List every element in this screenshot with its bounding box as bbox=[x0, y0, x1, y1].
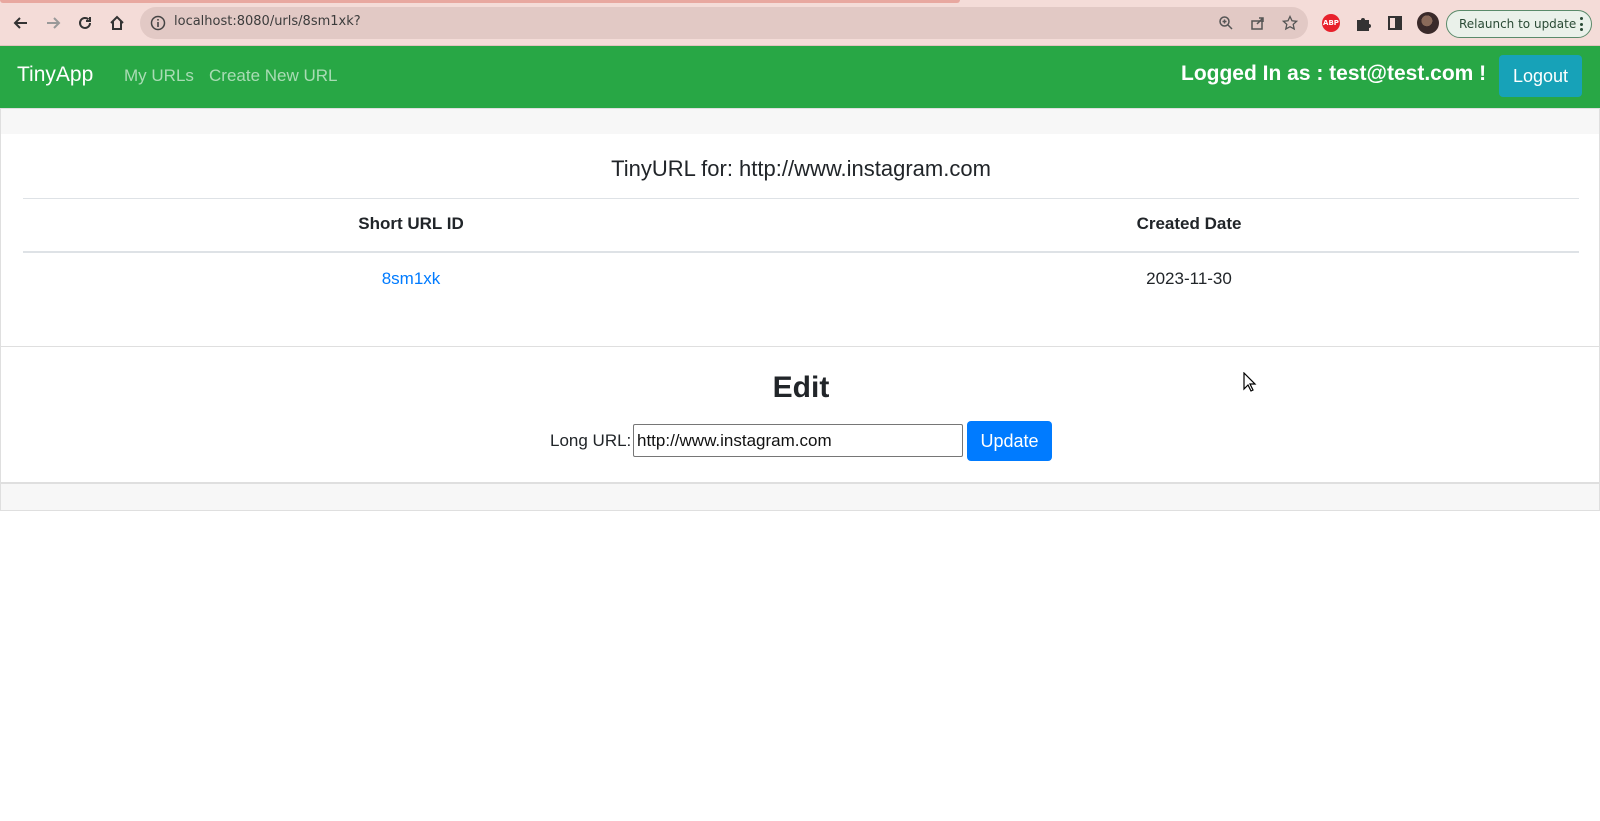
menu-icon[interactable] bbox=[1579, 17, 1583, 31]
relaunch-label: Relaunch to update bbox=[1459, 17, 1577, 31]
logout-button[interactable]: Logout bbox=[1499, 55, 1582, 97]
nav-my-urls[interactable]: My URLs bbox=[124, 66, 194, 86]
puzzle-icon[interactable] bbox=[1353, 13, 1373, 33]
reload-icon[interactable] bbox=[74, 12, 96, 34]
relaunch-button[interactable]: Relaunch to update bbox=[1446, 10, 1592, 38]
home-icon[interactable] bbox=[106, 12, 128, 34]
card-title: TinyURL for: http://www.instagram.com bbox=[611, 156, 991, 181]
profile-avatar[interactable] bbox=[1417, 12, 1439, 34]
long-url-label: Long URL: bbox=[550, 431, 632, 450]
edit-card: Edit Long URL: Update bbox=[0, 346, 1600, 483]
created-date: 2023-11-30 bbox=[1146, 269, 1232, 288]
brand-link[interactable]: TinyApp bbox=[17, 63, 93, 87]
short-url-link[interactable]: 8sm1xk bbox=[311, 269, 511, 289]
nav-create-new-url[interactable]: Create New URL bbox=[209, 66, 338, 86]
app-navbar: TinyApp My URLs Create New URL Logged In… bbox=[0, 46, 1600, 108]
url-card: TinyURL for: http://www.instagram.com Sh… bbox=[0, 134, 1600, 346]
zoom-icon[interactable] bbox=[1218, 15, 1234, 31]
sidebar-icon[interactable] bbox=[1385, 13, 1405, 33]
long-url-input[interactable] bbox=[633, 424, 963, 457]
address-url[interactable]: localhost:8080/urls/8sm1xk? bbox=[174, 14, 361, 29]
adblock-icon[interactable]: ABP bbox=[1321, 13, 1341, 33]
card-footer-strip bbox=[0, 483, 1600, 511]
share-icon[interactable] bbox=[1250, 15, 1266, 31]
forward-icon[interactable] bbox=[42, 12, 64, 34]
address-bar[interactable]: localhost:8080/urls/8sm1xk? bbox=[140, 7, 1308, 39]
edit-title: Edit bbox=[772, 371, 830, 404]
browser-toolbar: localhost:8080/urls/8sm1xk? ABP Relaunch… bbox=[0, 0, 1600, 46]
card-header-strip bbox=[0, 108, 1600, 136]
header-created-date: Created Date bbox=[1136, 214, 1242, 233]
update-button[interactable]: Update bbox=[967, 421, 1052, 461]
back-icon[interactable] bbox=[10, 12, 32, 34]
logged-in-text: Logged In as : test@test.com ! bbox=[1181, 62, 1487, 85]
star-icon[interactable] bbox=[1282, 15, 1298, 31]
header-short-url-id: Short URL ID bbox=[358, 214, 464, 233]
title-divider bbox=[23, 198, 1579, 199]
header-divider bbox=[23, 251, 1579, 253]
info-icon[interactable] bbox=[150, 15, 166, 31]
tab-strip bbox=[0, 0, 960, 3]
mouse-cursor-icon bbox=[1243, 372, 1257, 392]
adblock-badge: ABP bbox=[1322, 14, 1340, 32]
